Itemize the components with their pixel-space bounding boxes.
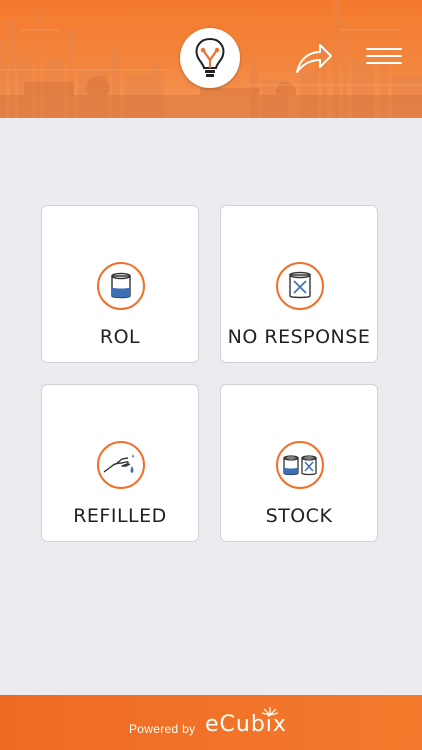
tile-label: STOCK [265, 505, 333, 527]
tile-label: ROL [99, 326, 141, 348]
stock-containers-icon [276, 441, 324, 489]
header-banner [0, 0, 422, 118]
tile-refilled[interactable]: REFILLED [41, 384, 199, 542]
share-arrow-icon[interactable] [294, 40, 334, 76]
tile-rol[interactable]: ROL [41, 205, 199, 363]
tile-no-response[interactable]: NO RESPONSE [220, 205, 378, 363]
brand-spark-icon [262, 707, 278, 716]
lightbulb-icon [195, 37, 225, 77]
crossed-container-icon [276, 262, 324, 310]
beaker-level-icon [97, 262, 145, 310]
tile-label: NO RESPONSE [227, 326, 371, 348]
tile-stock[interactable]: STOCK [220, 384, 378, 542]
hamburger-menu-icon[interactable] [366, 48, 402, 68]
hand-pour-icon [97, 441, 145, 489]
tile-label: REFILLED [73, 505, 167, 527]
powered-by-text: Powered by [129, 722, 196, 736]
app-logo [180, 28, 240, 88]
